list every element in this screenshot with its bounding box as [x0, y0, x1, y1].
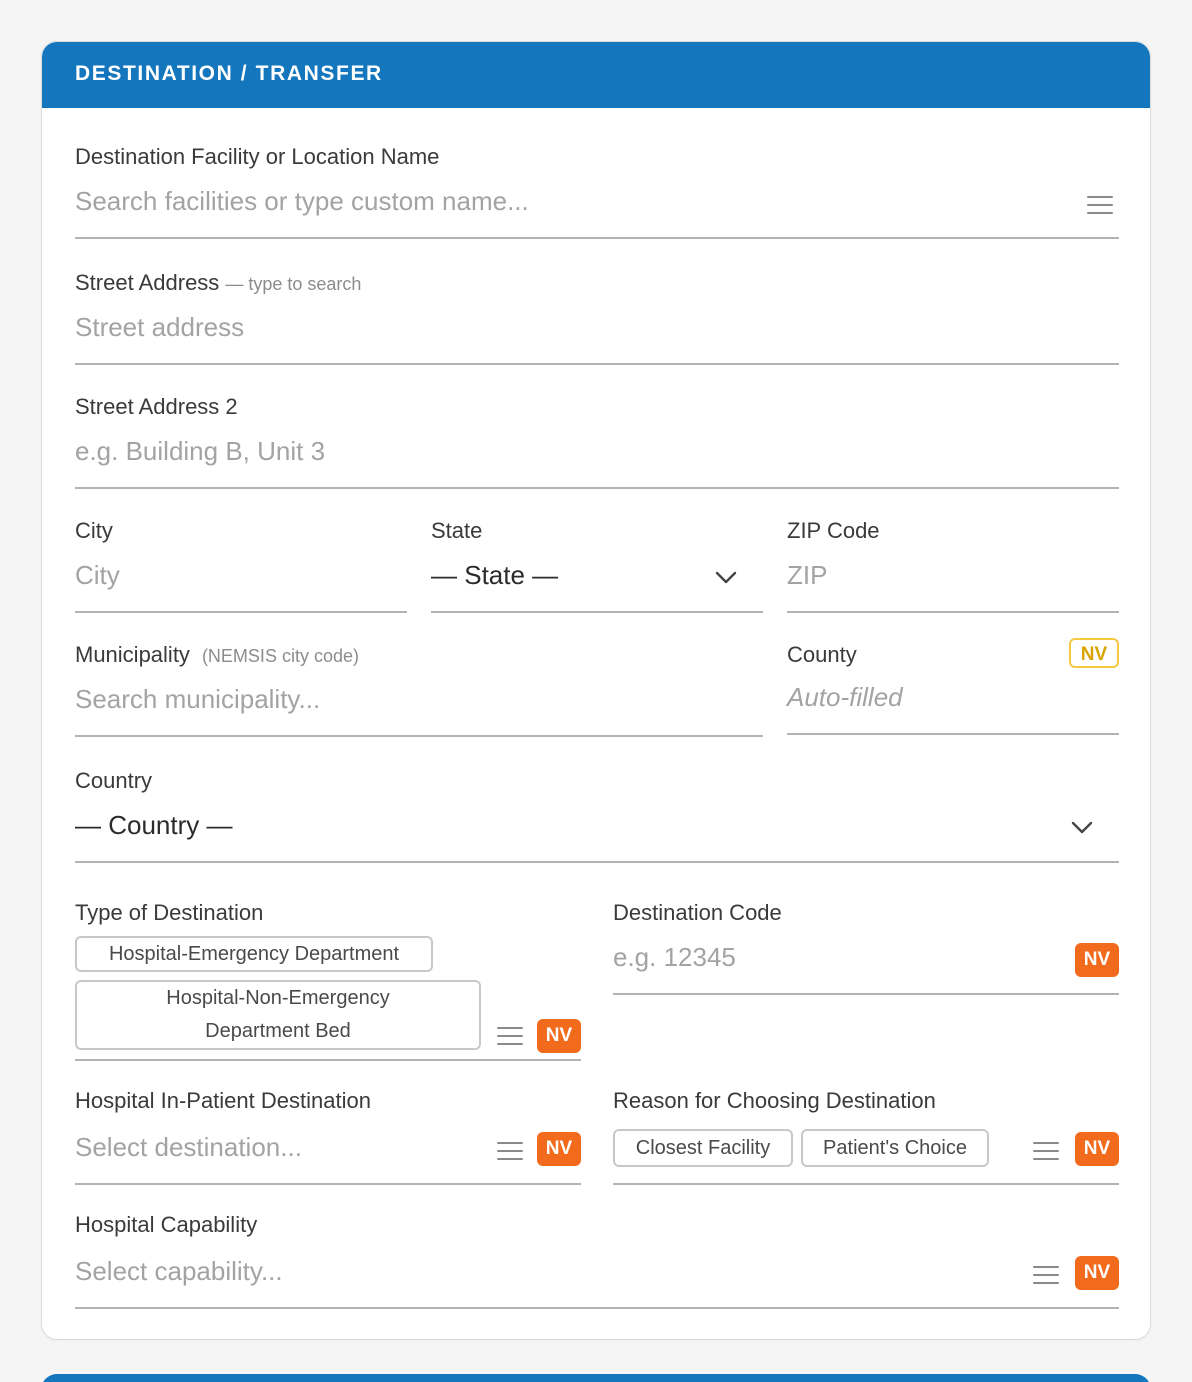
list-icon[interactable] [497, 1026, 523, 1046]
municipality-label: Municipality [75, 642, 190, 667]
chip-label: Hospital-Non-Emergency [166, 987, 390, 1009]
county-input: Auto-filled [787, 682, 903, 712]
nv-badge[interactable]: NV [1075, 1256, 1119, 1290]
state-field[interactable]: State — State — [431, 514, 763, 614]
list-icon[interactable] [1033, 1141, 1059, 1161]
chip-label: Department Bed [205, 1020, 351, 1042]
reason-label: Reason for Choosing Destination [613, 1088, 936, 1113]
street-input[interactable]: Street address [75, 312, 244, 343]
country-select[interactable]: — Country — [75, 810, 233, 841]
field-underline [75, 861, 1119, 863]
field-underline [75, 1183, 581, 1185]
municipality-hint: (NEMSIS city code) [201, 646, 359, 666]
country-label: Country [75, 768, 153, 793]
inpatient-label: Hospital In-Patient Destination [75, 1088, 371, 1113]
field-underline [75, 611, 407, 613]
list-icon[interactable] [497, 1141, 523, 1161]
field-underline [75, 1307, 1119, 1309]
facility-label: Destination Facility or Location Name [75, 144, 440, 169]
destination-type-field[interactable]: Type of Destination Hospital-Emergency D… [75, 896, 581, 1062]
street2-input[interactable]: e.g. Building B, Unit 3 [75, 436, 325, 467]
field-underline [75, 487, 1119, 489]
zip-input[interactable]: ZIP [787, 560, 827, 591]
street2-label: Street Address 2 [75, 394, 238, 419]
destination-code-input[interactable]: e.g. 12345 [613, 942, 736, 973]
field-underline [75, 363, 1119, 365]
state-label: State [431, 518, 483, 543]
street-hint: — type to search [225, 274, 362, 294]
facility-field[interactable]: Destination Facility or Location Name Se… [75, 140, 1119, 240]
nv-badge[interactable]: NV [1069, 638, 1119, 668]
chip-label: Hospital-Emergency Department [108, 943, 400, 965]
destination-code-field[interactable]: Destination Code e.g. 12345 NV [613, 896, 1119, 996]
facility-input[interactable]: Search facilities or type custom name... [75, 186, 529, 217]
field-underline [787, 611, 1119, 613]
municipality-field[interactable]: Municipality (NEMSIS city code) Search mu… [75, 638, 763, 738]
chevron-down-icon[interactable] [1071, 821, 1093, 835]
reason-field[interactable]: Reason for Choosing Destination Closest … [613, 1084, 1119, 1185]
city-label: City [75, 518, 113, 543]
nv-badge[interactable]: NV [1075, 943, 1119, 977]
chip-label: Closest Facility [635, 1137, 771, 1159]
field-underline [613, 1183, 1119, 1185]
destination-type-label: Type of Destination [75, 900, 264, 925]
inpatient-field[interactable]: Hospital In-Patient Destination Select d… [75, 1084, 581, 1185]
field-underline [787, 733, 1119, 735]
chevron-down-icon[interactable] [715, 571, 737, 585]
capability-input[interactable]: Select capability... [75, 1256, 283, 1287]
section-header: DESTINATION / TRANSFER [42, 42, 1150, 108]
list-icon[interactable] [1033, 1265, 1059, 1285]
selected-chip[interactable]: Closest Facility [613, 1129, 793, 1167]
city-field[interactable]: City City [75, 514, 407, 614]
country-field[interactable]: Country — Country — [75, 764, 1119, 864]
zip-label: ZIP Code [787, 518, 880, 543]
nv-badge[interactable]: NV [537, 1019, 581, 1053]
chip-label: Patient's Choice [823, 1137, 967, 1159]
selected-chip[interactable]: Hospital-Non-Emergency Department Bed [75, 980, 481, 1050]
street2-field[interactable]: Street Address 2 e.g. Building B, Unit 3 [75, 390, 1119, 490]
municipality-label-row: Municipality (NEMSIS city code) [75, 642, 359, 668]
county-label: County [787, 642, 857, 667]
selected-chip[interactable]: Hospital-Emergency Department [75, 936, 433, 972]
next-section-card [41, 1374, 1151, 1382]
field-underline [75, 237, 1119, 239]
street-label: Street Address [75, 270, 220, 295]
inpatient-input[interactable]: Select destination... [75, 1132, 302, 1163]
nv-badge[interactable]: NV [1075, 1132, 1119, 1166]
zip-field[interactable]: ZIP Code ZIP [787, 514, 1119, 614]
selected-chip[interactable]: Patient's Choice [801, 1129, 989, 1167]
street-label-row: Street Address — type to search [75, 270, 361, 296]
city-input[interactable]: City [75, 560, 120, 591]
field-underline [431, 611, 763, 613]
street-field[interactable]: Street Address — type to search Street ad… [75, 266, 1119, 366]
destination-code-label: Destination Code [613, 900, 782, 925]
county-field: County NV Auto-filled [787, 638, 1119, 738]
capability-label: Hospital Capability [75, 1212, 258, 1237]
field-underline [75, 1059, 581, 1061]
nv-badge[interactable]: NV [537, 1132, 581, 1166]
state-select[interactable]: — State — [431, 560, 558, 591]
capability-field[interactable]: Hospital Capability Select capability...… [75, 1208, 1119, 1309]
destination-transfer-card: DESTINATION / TRANSFER Destination Facil… [41, 41, 1151, 1340]
municipality-input[interactable]: Search municipality... [75, 684, 320, 715]
field-underline [75, 735, 763, 737]
field-underline [613, 993, 1119, 995]
list-icon[interactable] [1087, 195, 1113, 215]
